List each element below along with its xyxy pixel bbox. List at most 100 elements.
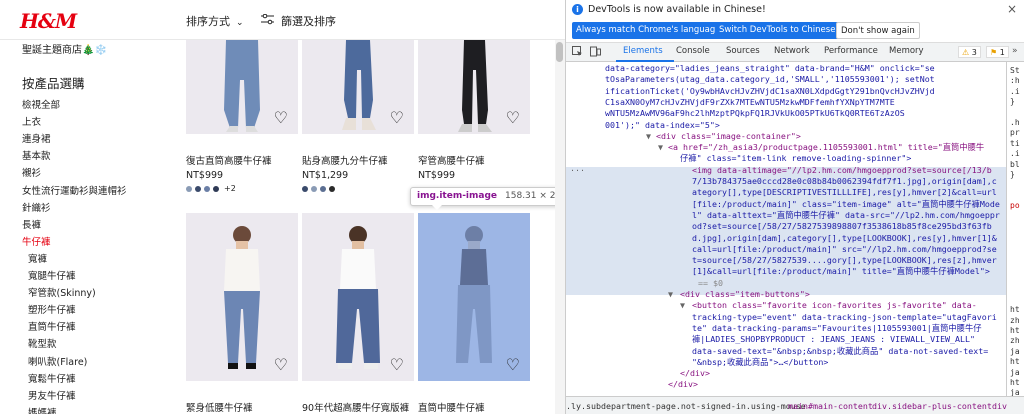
elements-tree[interactable]: data-category="ladies_jeans_straight" da… (566, 62, 1006, 396)
dom-line[interactable]: d.jpg],origin[dam],category[],type[LOOKB… (692, 233, 997, 244)
tab-elements[interactable]: Elements (623, 46, 663, 56)
breadcrumb-item[interactable]: .ly.subdepartment-page.not-signed-in.usi… (566, 401, 806, 411)
sidebar-item[interactable]: 針織衫 (22, 200, 51, 214)
color-swatch[interactable] (311, 185, 317, 192)
sidebar-item[interactable]: 塑形牛仔褲 (28, 302, 76, 316)
tab-performance[interactable]: Performance (824, 46, 878, 56)
color-swatch[interactable] (186, 185, 192, 192)
dom-line[interactable]: [file:/product/main]" class="item-image"… (692, 199, 1000, 210)
page-scrollbar-thumb[interactable] (556, 42, 563, 62)
dom-line[interactable]: <a href="/zh_asia3/productpage.110559300… (668, 142, 984, 153)
favorite-heart-icon[interactable]: ♡ (506, 110, 520, 126)
dom-line[interactable]: <img data-altimage="//lp2.hm.com/hmgoepp… (692, 165, 992, 176)
sidebar-item[interactable]: 長褲 (22, 217, 41, 231)
dom-line[interactable]: == $0 (698, 278, 723, 289)
sidebar-item[interactable]: 寬鬆牛仔褲 (28, 371, 76, 385)
dom-line[interactable]: </div> (680, 368, 710, 379)
color-swatch[interactable] (320, 185, 326, 192)
sidebar-item[interactable]: 媽媽褲 (28, 405, 57, 414)
issues-badge[interactable]: ⚑ 1 (986, 46, 1009, 58)
dom-line[interactable]: <button class="favorite icon-favorites j… (692, 300, 977, 311)
color-swatch[interactable] (329, 185, 335, 192)
dom-line[interactable]: data-category="ladies_jeans_straight" da… (605, 63, 935, 74)
dom-line[interactable]: <div class="item-buttons"> (680, 289, 810, 300)
warnings-badge[interactable]: ⚠ 3 (958, 46, 981, 58)
breadcrumb-item[interactable]: div (992, 401, 1007, 411)
product-image[interactable]: ♡ (418, 40, 530, 134)
dom-line[interactable]: l" data-alttext="直筒中腰牛仔褲" data-src="//lp… (692, 210, 1000, 221)
dom-line[interactable]: ificationTicket('Oy9wbHAvcHJvZHVjdC1saXN… (605, 86, 935, 97)
tab-sources[interactable]: Sources (726, 46, 760, 56)
sidebar-item[interactable]: 靴型款 (28, 336, 57, 350)
dom-line[interactable]: te" data-tracking-params="Favourites|110… (692, 323, 982, 334)
sidebar-item[interactable]: 檢視全部 (22, 97, 60, 111)
sidebar-item[interactable]: 窄管款(Skinny) (28, 285, 96, 299)
color-swatch[interactable] (204, 185, 210, 192)
product-name[interactable]: 貼身高腰九分牛仔褲 (302, 153, 388, 167)
favorite-heart-icon[interactable]: ♡ (506, 357, 520, 373)
product-name[interactable]: 緊身低腰牛仔褲 (186, 400, 253, 414)
favorite-heart-icon[interactable]: ♡ (274, 357, 288, 373)
close-icon[interactable]: × (1007, 2, 1017, 16)
sidebar-item[interactable]: 牛仔褲 (22, 234, 51, 248)
dom-line[interactable]: 褲|LADIES_SHOPBYPRODUCT : JEANS_JEANS : V… (692, 334, 975, 345)
dom-line[interactable]: C1saXN0OyM7cHJvZHVjdF9rZXk7MTEwNTU5MzkwM… (605, 97, 895, 108)
breadcrumb-item[interactable]: main#main-content (788, 401, 873, 411)
favorite-heart-icon[interactable]: ♡ (390, 110, 404, 126)
product-image[interactable]: ♡ (186, 40, 298, 134)
dom-line[interactable]: "&nbsp;收藏此商品">…</button> (692, 357, 828, 368)
dom-line[interactable]: data-saved-text="&nbsp;&nbsp;收藏此商品" data… (692, 346, 988, 357)
tab-console[interactable]: Console (676, 46, 710, 56)
sidebar-link-christmas-shop[interactable]: 聖誕主題商店🎄❄️ (22, 41, 107, 56)
sidebar-item[interactable]: 襯衫 (22, 165, 41, 179)
page-scrollbar-track[interactable] (555, 40, 565, 414)
color-swatch[interactable] (213, 185, 219, 192)
expand-triangle-icon[interactable]: ▼ (658, 142, 663, 153)
switch-chinese-button[interactable]: Switch DevTools to Chinese (715, 22, 840, 39)
tab-memory[interactable]: Memory (889, 46, 924, 56)
color-swatch[interactable] (302, 185, 308, 192)
expand-triangle-icon[interactable]: ▼ (680, 300, 685, 311)
tab-network[interactable]: Network (774, 46, 810, 56)
sidebar-item[interactable]: 男友牛仔褲 (28, 388, 76, 402)
sidebar-item[interactable]: 連身裙 (22, 131, 51, 145)
product-name[interactable]: 窄管高腰牛仔褲 (418, 153, 485, 167)
styles-sidebar[interactable]: St:h .i} .h pr ti .i bl} po ht zh ht zh ja ht ja ht ja (1006, 62, 1024, 396)
more-actions-icon[interactable]: ··· (570, 165, 585, 176)
favorite-heart-icon[interactable]: ♡ (390, 357, 404, 373)
dom-line[interactable]: [1]&call=url[file:/product/main]" title=… (692, 266, 990, 277)
inspect-element-icon[interactable] (572, 46, 583, 60)
filter-button[interactable]: 篩選及排序 (261, 13, 336, 29)
product-name[interactable]: 90年代超高腰牛仔寬版褲 (302, 400, 409, 414)
sidebar-item[interactable]: 喇叭款(Flare) (28, 354, 87, 368)
product-name[interactable]: 直筒中腰牛仔褲 (418, 400, 485, 414)
sidebar-item[interactable]: 女性流行運動衫與連帽衫 (22, 183, 127, 197)
dom-line[interactable]: od?set=source[/58/27/5827539898807f35386… (692, 221, 992, 232)
product-name[interactable]: 復古直筒高腰牛仔褲 (186, 153, 272, 167)
product-image[interactable]: ♡ (302, 40, 414, 134)
dom-line[interactable]: 001');" data-index="5"> (605, 120, 720, 131)
sidebar-item[interactable]: 寬褲 (28, 251, 47, 265)
match-language-button[interactable]: Always match Chrome's language (572, 22, 725, 39)
favorite-heart-icon[interactable]: ♡ (274, 110, 288, 126)
dom-line[interactable]: tOsaParameters(utag_data.category_id,'SM… (605, 74, 935, 85)
expand-triangle-icon[interactable]: ▼ (668, 289, 673, 300)
more-tabs-icon[interactable]: » (1012, 46, 1018, 56)
dom-line[interactable]: ategory[],type[DESCRIPTIVESTILLLIFE],res… (692, 187, 997, 198)
dont-show-again-button[interactable]: Don't show again (836, 22, 920, 39)
device-toolbar-icon[interactable] (590, 46, 601, 60)
dom-line[interactable]: wNTU5MzAwMV96aF9hc2lhMzptPQkpFQ1RJVkUkO0… (605, 108, 905, 119)
dom-line[interactable]: tracking-type="event" data-tracking-json… (692, 312, 997, 323)
dom-line[interactable]: call=url[file:/product/main]" src="//lp2… (692, 244, 997, 255)
dom-line[interactable]: </div> (668, 379, 698, 390)
sidebar-item[interactable]: 直筒牛仔褲 (28, 319, 76, 333)
sidebar-item[interactable]: 上衣 (22, 114, 41, 128)
breadcrumb-item[interactable]: div.sidebar-plus-content (872, 401, 992, 411)
color-swatch[interactable] (195, 185, 201, 192)
sidebar-item[interactable]: 寬腿牛仔褲 (28, 268, 76, 282)
product-image[interactable]: ♡ (302, 213, 414, 381)
product-image[interactable]: ♡ (186, 213, 298, 381)
product-image-highlighted[interactable]: ♡ (418, 213, 530, 381)
dom-line[interactable]: 仔褲" class="item-link remove-loading-spin… (680, 153, 911, 164)
dom-line[interactable]: <div class="image-container"> (656, 131, 801, 142)
